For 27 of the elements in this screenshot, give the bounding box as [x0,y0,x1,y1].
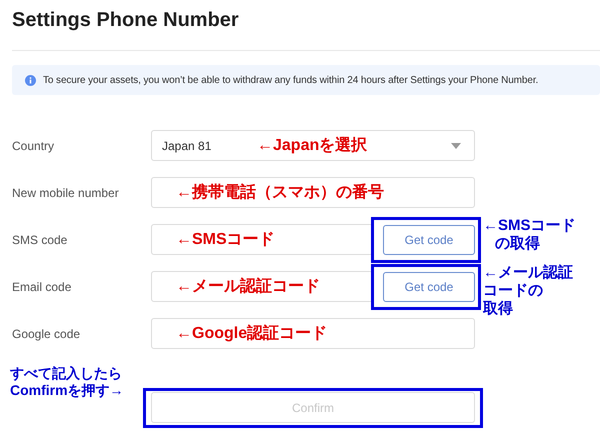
annotation-text: ←携帯電話（スマホ）の番号 [176,182,384,203]
input-field[interactable]: ←メール認証コード [151,271,373,302]
field-label: Google code [11,326,82,340]
callout-text: ←SMSコード [483,217,576,235]
callout-text: の取得 [495,235,540,253]
field-label: Country [11,138,56,152]
select-value: Japan 81 [162,138,212,152]
get-code-button[interactable]: Get code [383,272,475,302]
page-title: Settings Phone Number [11,8,240,33]
annotation-text: ←Google認証コード [176,323,328,344]
callout-text: Comfirmを押す→ [10,382,124,399]
get-code-button[interactable]: Get code [383,225,475,255]
callout-text: 取得 [483,300,513,318]
field-label: SMS code [11,232,68,246]
field-label: Email code [11,280,72,294]
annotation-text: ←SMSコード [176,230,275,250]
input-field[interactable]: ←携帯電話（スマホ）の番号 [151,177,475,208]
callout-text: ←メール認証 [483,264,573,282]
input-field[interactable]: ←SMSコード [151,224,373,255]
field-label: New mobile number [11,186,120,200]
country-select[interactable]: Japan 81 ←Japanを選択 [151,130,475,161]
callout-text: すべて記入したら [10,365,122,382]
annotation-text: ←Japanを選択 [257,136,368,156]
annotation-text: ←メール認証コード [176,276,320,297]
notice-text: To secure your assets, you won’t be able to withdraw any funds within 24 hours after Settings your Phone Number. [43,74,538,86]
input-field[interactable]: ←Google認証コード [151,318,475,349]
callout-text: コードの [483,282,543,300]
